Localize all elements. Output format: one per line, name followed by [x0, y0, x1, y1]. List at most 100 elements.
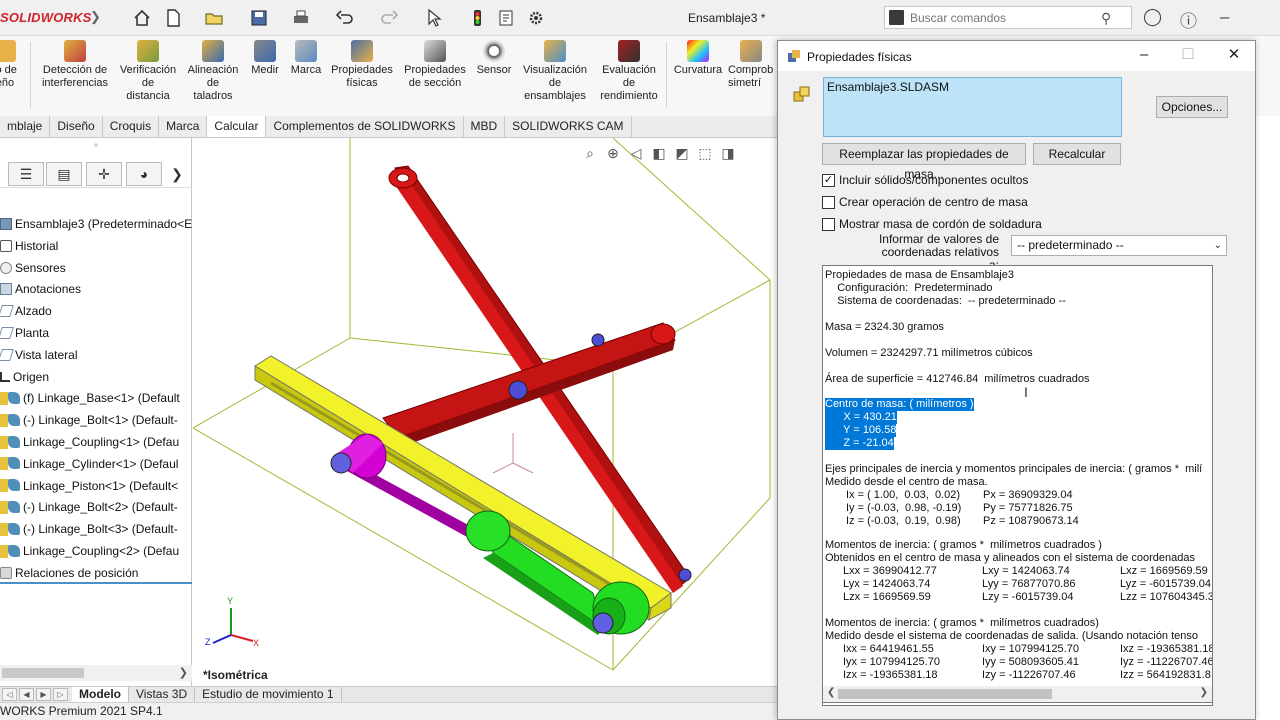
- selected-item[interactable]: Ensamblaje3.SLDASM: [827, 80, 949, 94]
- zoom-to-fit-icon[interactable]: ⌕: [580, 144, 600, 162]
- tree-item[interactable]: (-) Linkage_Bolt<1> (Default-: [0, 410, 192, 430]
- show-weld-bead-mass-checkbox[interactable]: Mostrar masa de cordón de soldadura: [822, 216, 1042, 232]
- configuration-manager-tab-icon[interactable]: ✛: [86, 162, 122, 186]
- graphics-area[interactable]: Y X Z ⌕ ⊕ ◁ ◧ ◩ ⬚ ◨ *Isométrica: [193, 138, 780, 686]
- tab-solidworks-cam[interactable]: SOLIDWORKS CAM: [505, 116, 632, 137]
- print-icon[interactable]: [290, 6, 312, 30]
- dialog-minimize-icon[interactable]: –: [1129, 46, 1159, 66]
- panel-grip[interactable]: ⚬: [0, 138, 192, 158]
- ribbon-item-markup[interactable]: Marca: [286, 40, 326, 77]
- last-tab-icon[interactable]: ▷: [53, 688, 68, 701]
- ribbon-item-clearance[interactable]: Verificación de distancia: [114, 40, 182, 103]
- tree-item[interactable]: Origen: [0, 367, 192, 387]
- minimize-icon[interactable]: –: [1220, 7, 1229, 27]
- tab-model[interactable]: Modelo: [72, 687, 129, 702]
- new-document-icon[interactable]: [162, 6, 184, 30]
- more-tabs-arrow-icon[interactable]: ❯: [166, 162, 188, 186]
- help-icon[interactable]: ⓘ: [1180, 7, 1197, 32]
- tab-motion-study[interactable]: Estudio de movimiento 1: [195, 687, 342, 702]
- menu-expand-icon[interactable]: ❯: [90, 9, 101, 25]
- options-gear-icon[interactable]: [525, 6, 547, 30]
- tree-item[interactable]: Sensores: [0, 258, 192, 278]
- create-com-feature-checkbox[interactable]: Crear operación de centro de masa: [822, 194, 1028, 210]
- tree-horizontal-scrollbar[interactable]: ❯: [0, 665, 192, 681]
- include-hidden-checkbox[interactable]: ✓ Incluir sólidos/componentes ocultos: [822, 172, 1028, 188]
- tree-item[interactable]: Alzado: [0, 301, 192, 321]
- zoom-area-icon[interactable]: ⊕: [603, 144, 623, 162]
- selected-items-list[interactable]: Ensamblaje3.SLDASM: [823, 77, 1122, 137]
- checkbox-unchecked[interactable]: [822, 195, 835, 209]
- tree-item[interactable]: Relaciones de posición: [0, 563, 192, 583]
- undo-icon[interactable]: [334, 6, 356, 30]
- tree-item[interactable]: Historial: [0, 236, 192, 256]
- ribbon-item-symmetry-check[interactable]: Comprob simetrí: [728, 40, 778, 90]
- search-icon[interactable]: ⚲: [1101, 10, 1111, 27]
- display-manager-tab-icon[interactable]: ◕: [126, 162, 162, 186]
- dialog-title-bar[interactable]: Propiedades físicas – ☐ ✕: [778, 41, 1255, 71]
- ribbon-item-interference[interactable]: Detección de interferencias: [36, 40, 114, 90]
- scrollbar-thumb[interactable]: [2, 668, 84, 678]
- scroll-right-icon[interactable]: ❯: [179, 666, 188, 679]
- scroll-left-icon[interactable]: ❮: [827, 687, 835, 698]
- scroll-right-icon[interactable]: ❯: [1200, 687, 1208, 698]
- tree-item[interactable]: Linkage_Coupling<2> (Defau: [0, 541, 192, 561]
- override-mass-properties-button[interactable]: Reemplazar las propiedades de masa...: [822, 143, 1026, 181]
- tree-item[interactable]: Linkage_Cylinder<1> (Defaul: [0, 454, 192, 474]
- home-icon[interactable]: [131, 6, 153, 30]
- redo-icon[interactable]: [378, 6, 400, 30]
- dynamic-annotation-icon[interactable]: ◩: [672, 144, 692, 162]
- file-properties-icon[interactable]: [495, 6, 517, 30]
- checkbox-unchecked[interactable]: [822, 217, 835, 231]
- user-account-icon[interactable]: ◯: [1143, 7, 1162, 27]
- tab-evaluate[interactable]: Calcular: [207, 116, 267, 137]
- ribbon-item-measure[interactable]: Medir: [244, 40, 286, 77]
- tree-item[interactable]: Anotaciones: [0, 279, 192, 299]
- traffic-light-icon[interactable]: [466, 6, 488, 30]
- tree-item[interactable]: Linkage_Coupling<1> (Defau: [0, 432, 192, 452]
- search-input[interactable]: [910, 10, 1090, 26]
- display-style-icon[interactable]: ◨: [718, 144, 738, 162]
- ribbon-item-hole-alignment[interactable]: Alineación de taladros: [184, 40, 242, 103]
- first-tab-icon[interactable]: ◁: [2, 688, 17, 701]
- tree-item[interactable]: Vista lateral: [0, 345, 192, 365]
- ribbon-item-assembly-visualization[interactable]: Visualización de ensamblajes: [518, 40, 592, 103]
- recalculate-button[interactable]: Recalcular: [1033, 143, 1121, 165]
- report-horizontal-scrollbar[interactable]: ❮ ❯: [822, 686, 1213, 703]
- dialog-close-icon[interactable]: ✕: [1219, 46, 1249, 66]
- tree-item[interactable]: (-) Linkage_Bolt<3> (Default-: [0, 519, 192, 539]
- mass-properties-report[interactable]: Propiedades de masa de Ensamblaje3 Confi…: [822, 265, 1213, 706]
- ribbon-item-section-properties[interactable]: Propiedades de sección: [400, 40, 470, 90]
- tab-sketch[interactable]: Croquis: [103, 116, 160, 137]
- open-folder-icon[interactable]: [203, 6, 225, 30]
- ribbon-item-curvature[interactable]: Curvatura: [670, 40, 726, 77]
- tab-3d-views[interactable]: Vistas 3D: [129, 687, 196, 702]
- tab-addins[interactable]: Complementos de SOLIDWORKS: [266, 116, 464, 137]
- ribbon-item-performance[interactable]: Evaluación de rendimiento: [594, 40, 664, 103]
- tree-item[interactable]: (-) Linkage_Bolt<2> (Default-: [0, 497, 192, 517]
- view-orientation-icon[interactable]: ⬚: [695, 144, 715, 162]
- tree-item[interactable]: Planta: [0, 323, 192, 343]
- tree-item[interactable]: Ensamblaje3 (Predeterminado<E: [0, 214, 192, 234]
- section-view-icon[interactable]: ◧: [649, 144, 669, 162]
- tab-markup[interactable]: Marca: [159, 116, 208, 137]
- dialog-maximize-icon[interactable]: ☐: [1173, 46, 1203, 66]
- tab-assembly[interactable]: mblaje: [0, 116, 51, 137]
- ribbon-item-0[interactable]: io de eño: [0, 40, 22, 90]
- select-cursor-icon[interactable]: [423, 6, 445, 30]
- prev-tab-icon[interactable]: ◀: [19, 688, 34, 701]
- previous-view-icon[interactable]: ◁: [626, 144, 646, 162]
- ribbon-item-sensor[interactable]: Sensor: [472, 40, 516, 77]
- feature-manager-tab-icon[interactable]: ☰: [8, 162, 44, 186]
- save-icon[interactable]: [248, 6, 270, 30]
- tab-design[interactable]: Diseño: [50, 116, 103, 137]
- coordinate-system-select[interactable]: -- predeterminado -- ⌄: [1011, 235, 1227, 256]
- checkbox-checked[interactable]: ✓: [822, 173, 835, 187]
- tree-item[interactable]: (f) Linkage_Base<1> (Default: [0, 388, 192, 408]
- linkage-arm-short[interactable]: [382, 322, 676, 448]
- options-button[interactable]: Opciones...: [1156, 96, 1228, 118]
- ribbon-item-mass-properties[interactable]: Propiedades físicas: [326, 40, 398, 90]
- scrollbar-thumb[interactable]: [838, 689, 1052, 699]
- tree-item[interactable]: Linkage_Piston<1> (Default<: [0, 476, 192, 496]
- command-search[interactable]: ⚲: [884, 6, 1132, 29]
- tab-mbd[interactable]: MBD: [464, 116, 506, 137]
